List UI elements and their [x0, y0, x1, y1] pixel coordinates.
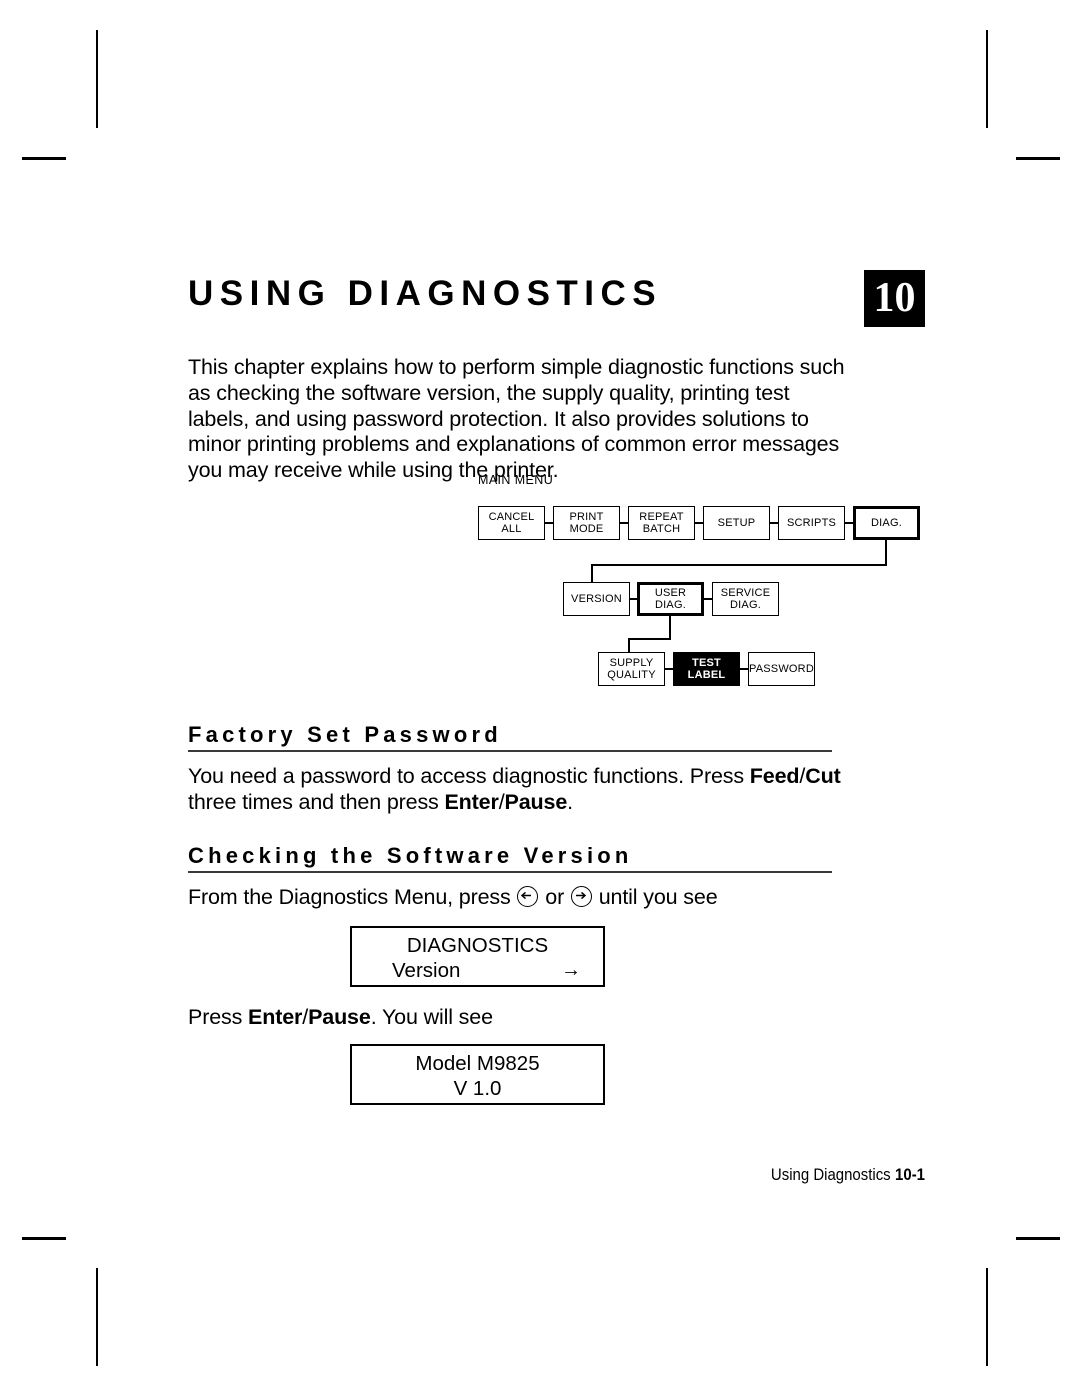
menu-connector — [591, 564, 887, 566]
body-text-fragment: until you see — [592, 885, 718, 909]
software-version-intro-text: From the Diagnostics Menu, press or unti… — [188, 885, 848, 911]
chapter-intro-paragraph: This chapter explains how to perform sim… — [188, 355, 845, 483]
lcd-line-1: Model M9825 — [415, 1052, 540, 1075]
body-text-fragment: or — [539, 885, 570, 909]
menu-box-repeat-batch[interactable]: REPEAT BATCH — [628, 506, 695, 540]
section-heading-rule — [188, 750, 832, 752]
menu-box-cancel-all[interactable]: CANCEL ALL — [478, 506, 545, 540]
menu-connector — [620, 522, 628, 524]
menu-map-diagram: MAIN MENU CANCEL ALL PRINT MODE REPEAT B… — [188, 468, 925, 690]
key-name-pause: Pause — [504, 789, 568, 814]
body-text-fragment: From the Diagnostics Menu, press — [188, 885, 517, 909]
section-heading-label: Factory Set Password — [188, 722, 502, 747]
menu-connector — [669, 616, 671, 638]
section-heading-factory-set-password: Factory Set Password — [188, 722, 832, 752]
lcd-line-2: V 1.0 — [453, 1077, 502, 1100]
lcd-line-2: Version — [392, 959, 461, 982]
crop-mark-top-right-horizontal — [1016, 157, 1060, 160]
crop-mark-top-right-vertical — [986, 30, 988, 128]
menu-box-print-mode[interactable]: PRINT MODE — [553, 506, 620, 540]
diagnostics-version-display: DIAGNOSTICS Version → — [350, 926, 605, 987]
menu-connector — [845, 522, 853, 524]
lcd-line-1: DIAGNOSTICS — [406, 934, 549, 957]
menu-connector — [665, 668, 673, 670]
body-text-fragment: three times and then press — [188, 789, 445, 814]
body-text-fragment: You need a password to access diagnostic… — [188, 764, 750, 788]
chapter-header: USING DIAGNOSTICS 10 — [188, 268, 925, 327]
menu-box-supply-quality[interactable]: SUPPLY QUALITY — [598, 652, 665, 686]
lcd-spacer — [374, 958, 392, 983]
circled-left-arrow-icon — [517, 886, 539, 907]
menu-connector — [628, 638, 671, 640]
menu-box-version[interactable]: VERSION — [563, 582, 630, 616]
menu-box-scripts[interactable]: SCRIPTS — [778, 506, 845, 540]
menu-box-service-diag[interactable]: SERVICE DIAG. — [712, 582, 779, 616]
press-enter-pause-text: Press Enter/Pause. You will see — [188, 1005, 848, 1031]
menu-connector — [695, 522, 703, 524]
menu-connector — [628, 638, 630, 652]
body-text-fragment: . You will see — [370, 1005, 493, 1029]
lcd-right-arrow-icon: → — [561, 959, 581, 981]
menu-box-user-diag[interactable]: USER DIAG. — [637, 582, 704, 616]
model-version-display: Model M9825 V 1.0 — [350, 1044, 605, 1105]
footer-chapter-name: Using Diagnostics — [770, 1165, 891, 1184]
section-heading-checking-software-version: Checking the Software Version — [188, 843, 832, 873]
crop-mark-bottom-right-horizontal — [1016, 1237, 1060, 1240]
page-content: USING DIAGNOSTICS 10 This chapter explai… — [188, 0, 948, 1397]
crop-mark-bottom-left-vertical — [96, 1268, 98, 1366]
menu-connector — [740, 668, 748, 670]
factory-password-body-text: You need a password to access diagnostic… — [188, 764, 848, 815]
crop-mark-bottom-right-vertical — [986, 1268, 988, 1366]
menu-connector — [704, 598, 712, 600]
crop-mark-bottom-left-horizontal — [22, 1237, 66, 1240]
page-title: USING DIAGNOSTICS — [188, 274, 663, 313]
menu-connector — [630, 598, 637, 600]
menu-box-diag[interactable]: DIAG. — [853, 506, 920, 540]
menu-connector — [885, 540, 887, 564]
menu-box-password[interactable]: PASSWORD — [748, 652, 815, 686]
menu-map-title: MAIN MENU — [478, 473, 554, 487]
crop-mark-top-left-vertical — [96, 30, 98, 128]
footer-page-number: 10-1 — [895, 1165, 925, 1184]
key-name-feed: Feed — [749, 764, 800, 788]
section-heading-label: Checking the Software Version — [188, 843, 633, 868]
key-name-pause: Pause — [308, 1005, 371, 1029]
crop-mark-top-left-horizontal — [22, 157, 66, 160]
chapter-number-badge: 10 — [864, 270, 925, 327]
key-name-cut: Cut — [805, 764, 841, 788]
menu-connector — [545, 522, 553, 524]
key-name-enter: Enter — [248, 1005, 303, 1029]
menu-box-setup[interactable]: SETUP — [703, 506, 770, 540]
menu-connector — [770, 522, 778, 524]
body-text-fragment: . — [567, 789, 573, 814]
key-name-enter: Enter — [444, 789, 499, 814]
menu-connector — [591, 564, 593, 582]
section-heading-rule — [188, 871, 832, 873]
body-text-fragment: Press — [188, 1005, 249, 1029]
page-footer: Using Diagnostics 10-1 — [276, 1165, 925, 1185]
menu-box-test-label[interactable]: TEST LABEL — [673, 652, 740, 686]
circled-right-arrow-icon — [570, 886, 592, 907]
